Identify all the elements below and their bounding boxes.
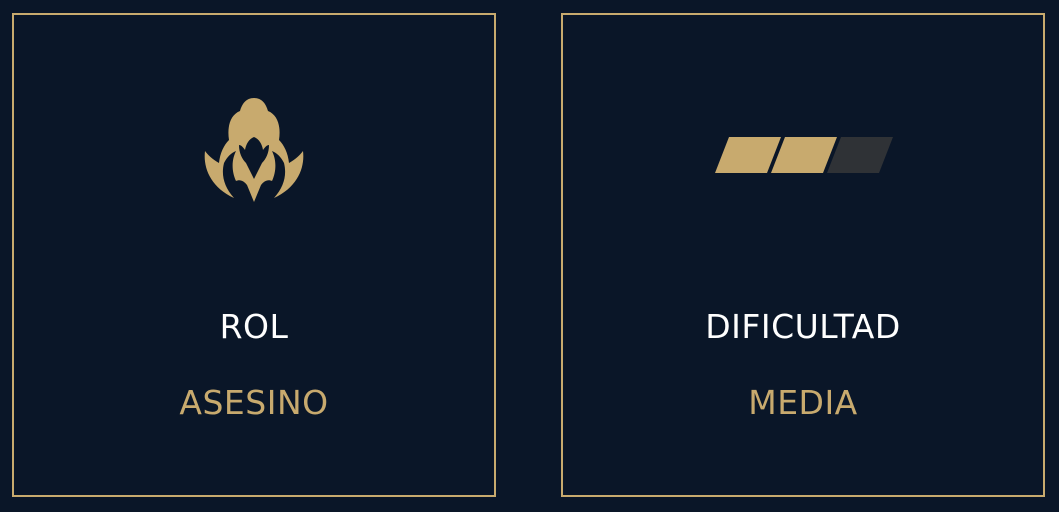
difficulty-value: MEDIA: [748, 383, 858, 422]
difficulty-label: DIFICULTAD: [705, 307, 901, 346]
champion-info-panel: ROL ASESINO DIFICULTAD MEDIA: [0, 0, 1059, 512]
assassin-role-icon: [204, 98, 304, 202]
difficulty-icon-container: [563, 95, 1043, 215]
role-label: ROL: [219, 307, 289, 346]
difficulty-segments: [715, 137, 893, 173]
difficulty-meter-icon: [715, 137, 893, 173]
difficulty-segment-3: [827, 137, 893, 173]
difficulty-segment-1: [715, 137, 781, 173]
role-icon-container: [14, 95, 494, 215]
role-card: ROL ASESINO: [12, 13, 496, 497]
difficulty-card: DIFICULTAD MEDIA: [561, 13, 1045, 497]
difficulty-segment-2: [771, 137, 837, 173]
role-value: ASESINO: [179, 383, 329, 422]
